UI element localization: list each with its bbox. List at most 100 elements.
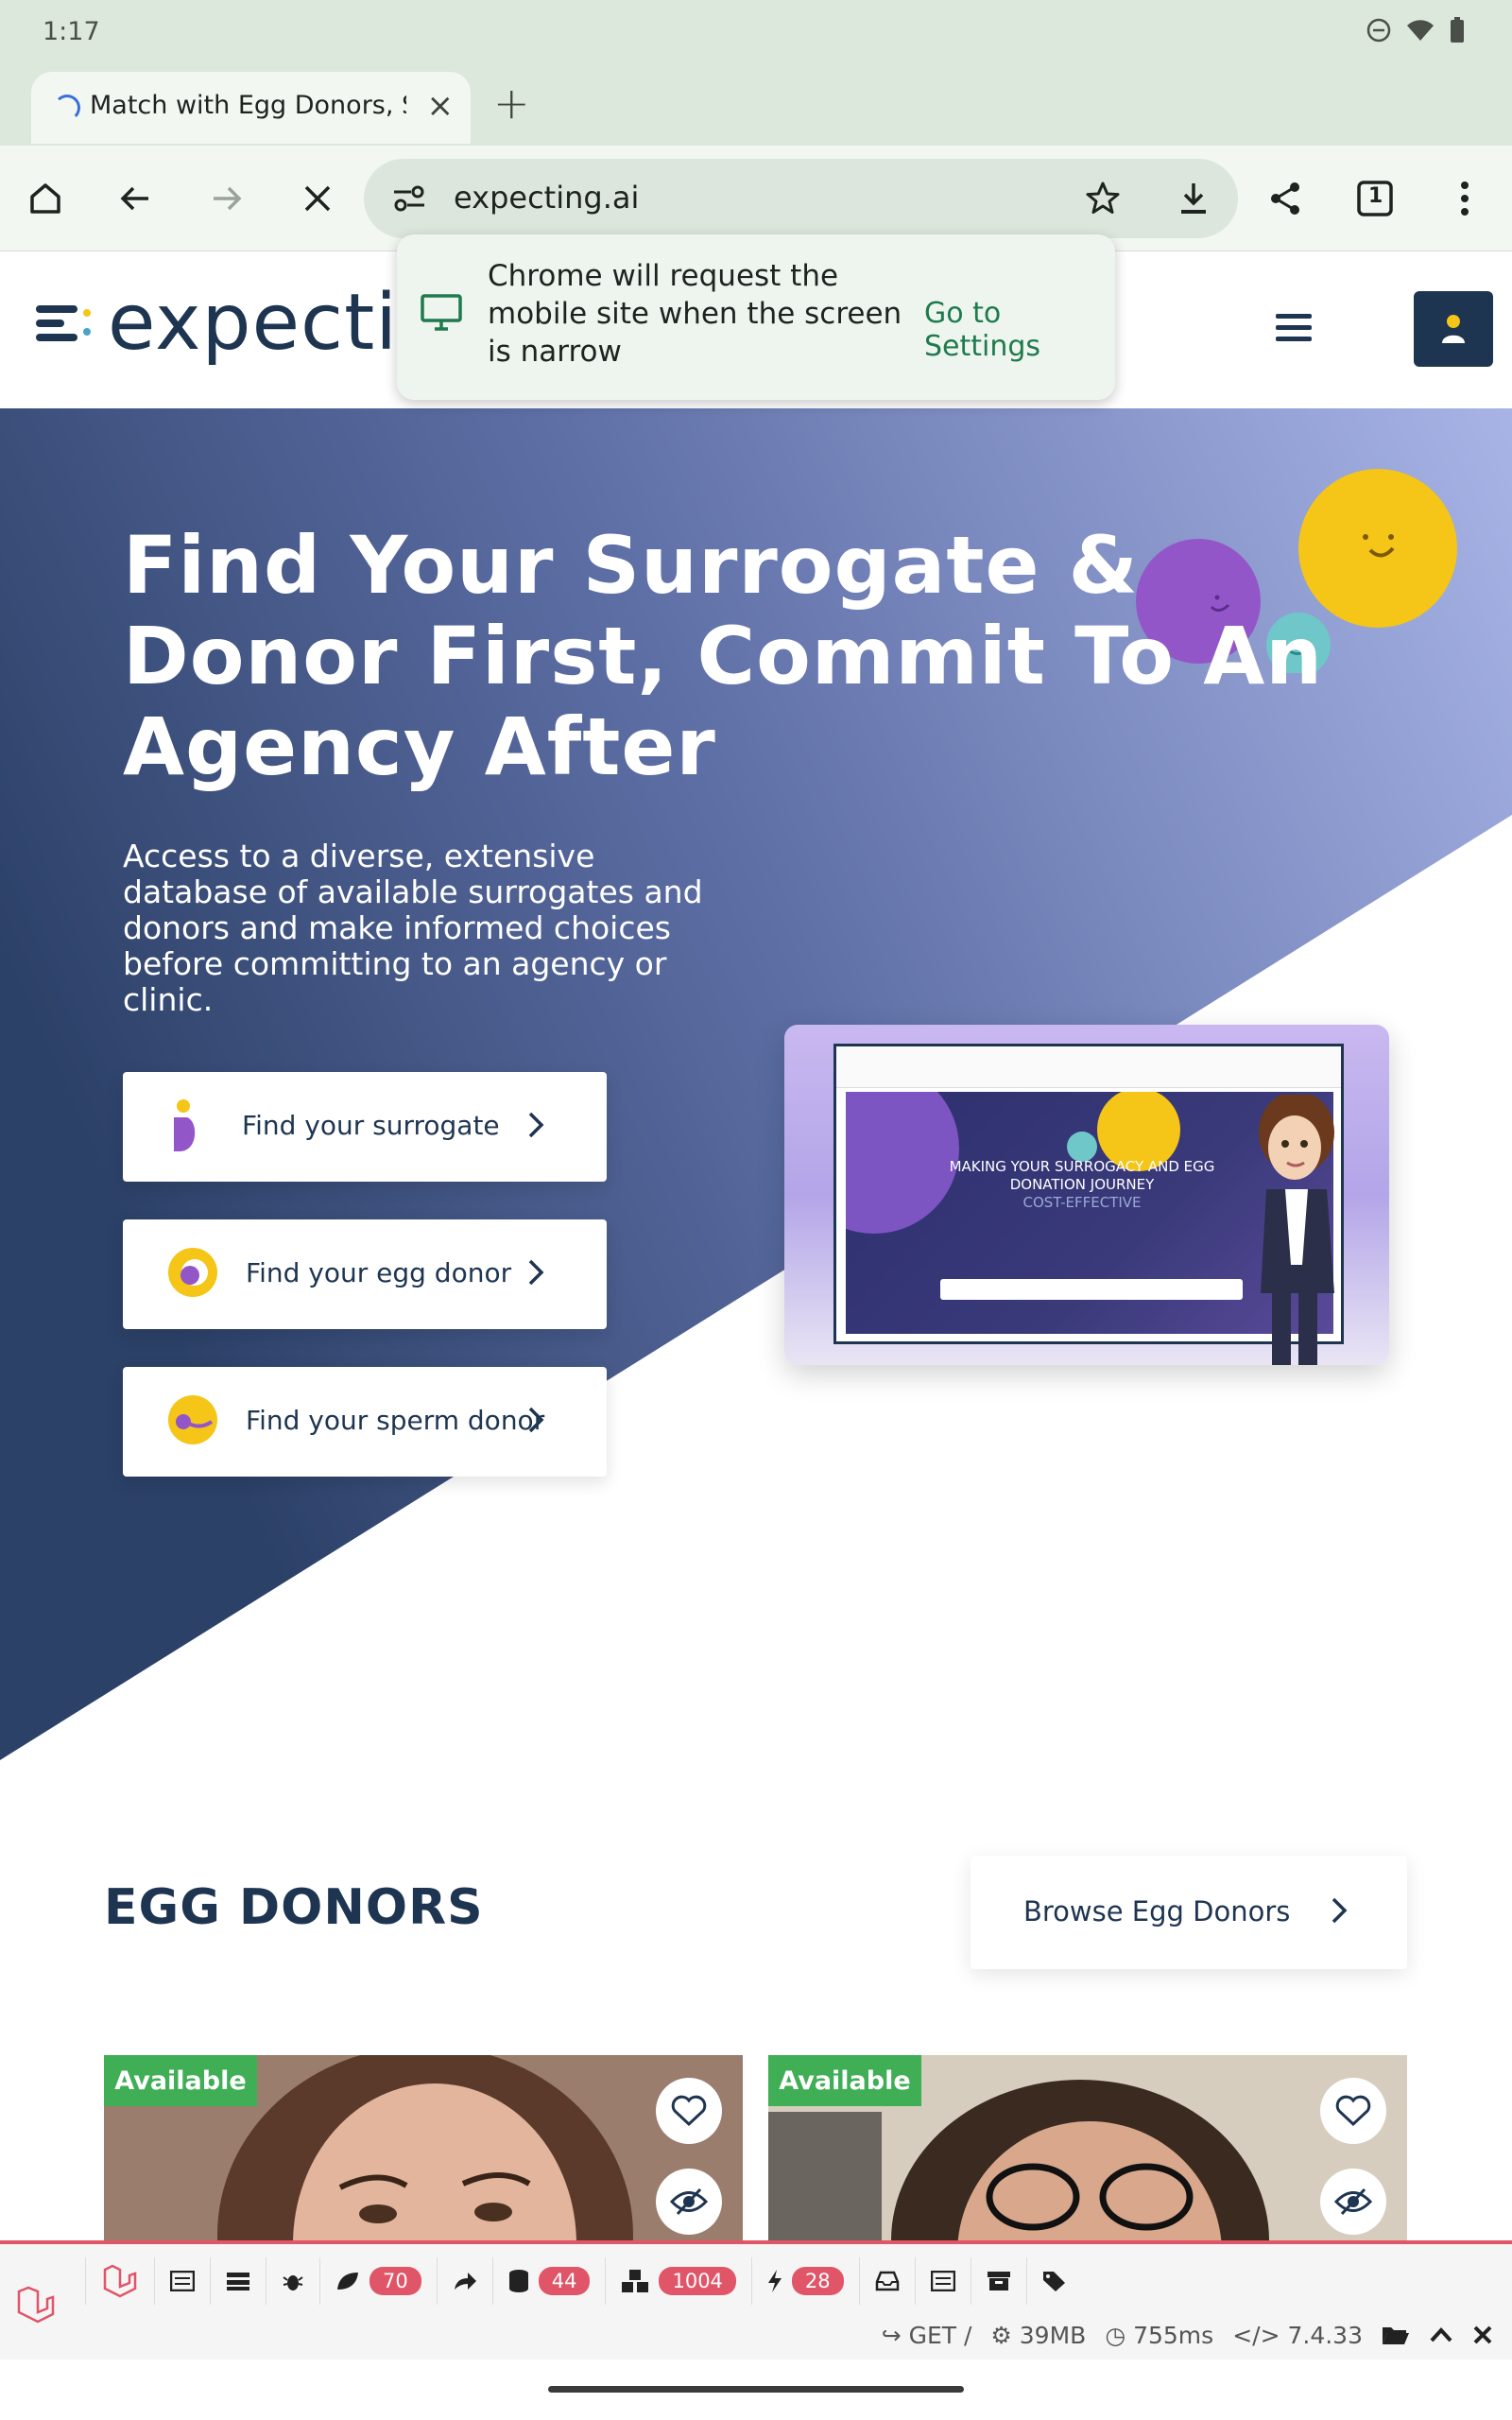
download-button[interactable]: [1165, 170, 1222, 227]
debug-tab-tags[interactable]: [1025, 2257, 1084, 2305]
sperm-donor-icon: [168, 1395, 217, 1444]
code-icon: </>: [1232, 2321, 1288, 2349]
url-text[interactable]: expecting.ai: [454, 180, 639, 216]
laravel-logo-icon[interactable]: [15, 2284, 57, 2325]
surrogate-icon: [174, 1099, 196, 1151]
arrow-right-icon: [214, 186, 242, 211]
debug-tab-models[interactable]: 1004: [605, 2257, 750, 2305]
clock-icon: ◷: [1105, 2321, 1134, 2349]
status-icons: [1366, 17, 1465, 43]
donor-card[interactable]: Available: [104, 2055, 743, 2240]
debug-tab-routes[interactable]: [436, 2257, 492, 2305]
close-icon: [304, 185, 331, 212]
desktop-monitor-icon: [421, 294, 462, 331]
preview-headline: MAKING YOUR SURROGACY AND EGG DONATION J…: [949, 1158, 1215, 1193]
debug-tab-logs[interactable]: 70: [319, 2257, 437, 2305]
new-tab-button[interactable]: +: [493, 78, 530, 129]
folder-open-icon[interactable]: [1382, 2324, 1410, 2346]
hero-subtitle: Access to a diverse, extensive database …: [123, 838, 703, 1018]
find-surrogate-button[interactable]: Find your surrogate: [123, 1072, 607, 1182]
debug-tab-queries[interactable]: 44: [491, 2257, 606, 2305]
site-logo[interactable]: expecti: [36, 278, 398, 368]
heart-icon: [671, 2095, 707, 2127]
laravel-debugbar: 70 44 1004 28 ↪ GET / ⚙ 39MB ◷ 755ms </>…: [0, 2240, 1512, 2360]
debug-tab-exceptions[interactable]: [266, 2257, 319, 2305]
gesture-nav-handle[interactable]: [548, 2386, 964, 2393]
tags-icon: [1042, 2272, 1065, 2291]
user-account-button[interactable]: [1414, 291, 1493, 367]
debug-tab-messages[interactable]: [154, 2257, 210, 2305]
find-egg-donor-button[interactable]: Find your egg donor: [123, 1219, 607, 1329]
bolt-icon: [767, 2270, 782, 2292]
laravel-icon: [103, 2264, 137, 2298]
queries-count-badge: 44: [538, 2267, 591, 2295]
debugbar-tabs: 70 44 1004 28: [85, 2257, 1084, 2305]
debug-tab-session[interactable]: [914, 2257, 971, 2305]
find-surrogate-label: Find your surrogate: [242, 1110, 500, 1141]
close-debugbar-icon[interactable]: [1472, 2325, 1493, 2345]
debug-tab-request[interactable]: [970, 2257, 1026, 2305]
hide-button[interactable]: [656, 2169, 722, 2235]
heart-icon: [1335, 2095, 1371, 2127]
events-count-badge: 28: [791, 2267, 844, 2295]
list-alt-icon: [930, 2271, 955, 2291]
chevron-right-icon: [1332, 1897, 1348, 1924]
archive-icon: [987, 2272, 1010, 2290]
status-time: 1:17: [43, 17, 100, 46]
tab-close-icon[interactable]: ×: [427, 87, 455, 125]
stop-loading-button[interactable]: [289, 170, 346, 227]
list-alt-icon: [170, 2271, 195, 2291]
donor-card[interactable]: Available: [768, 2055, 1407, 2240]
share-icon: [1271, 182, 1299, 215]
popup-message: Chrome will request the mobile site when…: [488, 259, 902, 369]
debug-tab-laravel[interactable]: [85, 2257, 154, 2305]
hero-title: Find Your Surrogate & Donor First, Commi…: [123, 519, 1324, 793]
debug-tab-timeline[interactable]: [210, 2257, 266, 2305]
share-arrow-icon: [454, 2273, 476, 2290]
logo-mark-icon: [36, 304, 91, 341]
home-button[interactable]: [17, 170, 74, 227]
browse-egg-donors-button[interactable]: Browse Egg Donors: [971, 1856, 1407, 1969]
hamburger-menu-icon[interactable]: [1276, 314, 1312, 342]
find-egg-donor-label: Find your egg donor: [246, 1257, 512, 1288]
forward-button[interactable]: [198, 170, 255, 227]
share-button[interactable]: [1257, 170, 1314, 227]
site-settings-icon[interactable]: [392, 183, 426, 214]
eye-slash-icon: [670, 2187, 708, 2216]
favorite-button[interactable]: [1320, 2078, 1386, 2144]
arrow-left-icon: [120, 186, 148, 211]
hero-preview-image: MAKING YOUR SURROGACY AND EGG DONATION J…: [784, 1025, 1389, 1365]
bookmark-star-icon[interactable]: [1084, 180, 1122, 217]
favorite-button[interactable]: [656, 2078, 722, 2144]
more-vert-icon: [1461, 182, 1469, 216]
request-method[interactable]: ↪ GET /: [882, 2322, 972, 2349]
database-icon: [508, 2270, 528, 2292]
debugbar-stats: ↪ GET / ⚙ 39MB ◷ 755ms </> 7.4.33: [882, 2314, 1493, 2356]
mobile-site-popup: Chrome will request the mobile site when…: [397, 234, 1115, 400]
tasks-icon: [227, 2273, 249, 2290]
menu-button[interactable]: [1436, 170, 1493, 227]
browser-tab[interactable]: Match with Egg Donors, Su ×: [31, 72, 471, 144]
back-button[interactable]: [107, 170, 163, 227]
debug-tab-events[interactable]: 28: [750, 2257, 859, 2305]
hero-section: Find Your Surrogate & Donor First, Commi…: [0, 408, 1512, 1760]
address-bar[interactable]: expecting.ai: [364, 159, 1238, 238]
debug-tab-mails[interactable]: [858, 2257, 915, 2305]
tab-strip: Match with Egg Donors, Su × +: [0, 68, 1512, 146]
egg-donors-heading: EGG DONORS: [104, 1879, 484, 1936]
logs-count-badge: 70: [369, 2267, 421, 2295]
tab-title: Match with Egg Donors, Su: [90, 91, 406, 120]
logo-text: expecti: [108, 278, 399, 368]
chevron-right-icon: [528, 1112, 544, 1138]
tab-switcher-button[interactable]: 1: [1347, 170, 1403, 227]
hide-button[interactable]: [1320, 2169, 1386, 2235]
go-to-settings-link[interactable]: Go to Settings: [924, 297, 1115, 363]
egg-donor-icon: [168, 1248, 217, 1297]
available-badge: Available: [104, 2055, 257, 2106]
eye-slash-icon: [1334, 2187, 1372, 2216]
bug-icon: [283, 2275, 303, 2290]
find-sperm-donor-button[interactable]: Find your sperm donor: [123, 1367, 607, 1477]
chevron-up-icon[interactable]: [1429, 2325, 1453, 2345]
memory-usage: ⚙ 39MB: [990, 2321, 1087, 2349]
inbox-icon: [875, 2271, 899, 2291]
